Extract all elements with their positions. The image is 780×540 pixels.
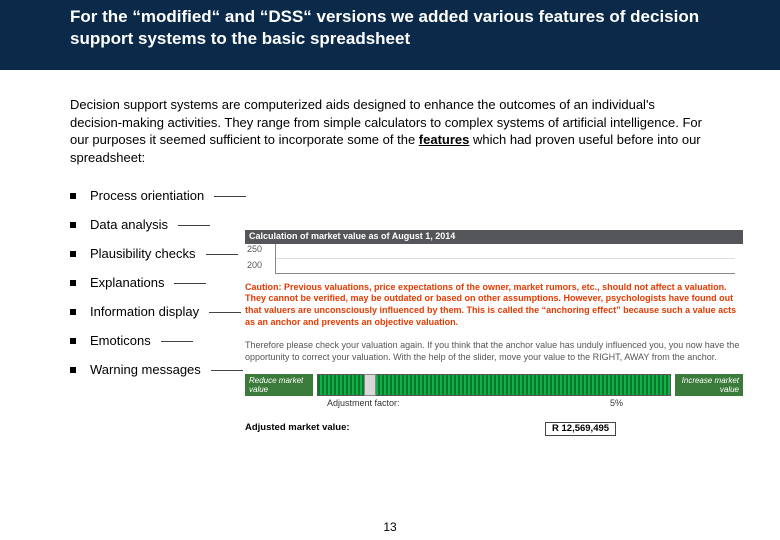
bullet-icon (70, 309, 76, 315)
chart-area: 250 200 (245, 244, 743, 276)
adjustment-factor-value: 5% (610, 398, 623, 410)
list-item-label: Explanations (90, 275, 164, 290)
list-item: Process orientiation (70, 184, 710, 213)
list-item-label: Data analysis (90, 217, 168, 232)
slide-title: For the “modified“ and “DSS“ versions we… (70, 6, 710, 50)
chart-frame (275, 244, 735, 274)
spreadsheet-preview: Calculation of market value as of August… (245, 230, 755, 436)
features-keyword: features (419, 132, 470, 147)
y-tick-bottom: 200 (247, 260, 262, 272)
bullet-icon (70, 193, 76, 199)
connector-line (206, 246, 238, 255)
list-item-label: Warning messages (90, 362, 201, 377)
connector-line (209, 304, 241, 313)
adjustment-factor-row: Adjustment factor: 5% (245, 398, 743, 410)
bullet-icon (70, 367, 76, 373)
bullet-icon (70, 338, 76, 344)
intro-paragraph: Decision support systems are computerize… (70, 96, 710, 166)
slider-row: Reduce market value Increase market valu… (245, 374, 743, 396)
bullet-icon (70, 280, 76, 286)
connector-line (174, 275, 206, 284)
adjustment-factor-label: Adjustment factor: (327, 398, 610, 410)
chart-title-bar: Calculation of market value as of August… (245, 230, 743, 244)
page-number: 13 (0, 520, 780, 534)
adjusted-value-box: R 12,569,495 (545, 422, 616, 436)
adjusted-value-row: Adjusted market value: R 12,569,495 (245, 422, 743, 436)
reduce-button[interactable]: Reduce market value (245, 374, 313, 396)
slider-thumb[interactable] (364, 374, 376, 396)
bullet-icon (70, 222, 76, 228)
adjustment-slider[interactable] (317, 374, 671, 396)
y-tick-top: 250 (247, 244, 262, 256)
title-band: For the “modified“ and “DSS“ versions we… (0, 0, 780, 70)
list-item-label: Emoticons (90, 333, 151, 348)
caution-text: Caution: Previous valuations, price expe… (245, 282, 743, 329)
connector-line (214, 188, 246, 197)
list-item-label: Plausibility checks (90, 246, 196, 261)
connector-line (161, 333, 193, 342)
adjusted-value-label: Adjusted market value: (245, 422, 545, 436)
connector-line (211, 362, 243, 371)
list-item-label: Information display (90, 304, 199, 319)
list-item-label: Process orientiation (90, 188, 204, 203)
increase-button[interactable]: Increase market value (675, 374, 743, 396)
instruction-text: Therefore please check your valuation ag… (245, 340, 743, 363)
connector-line (178, 217, 210, 226)
bullet-icon (70, 251, 76, 257)
